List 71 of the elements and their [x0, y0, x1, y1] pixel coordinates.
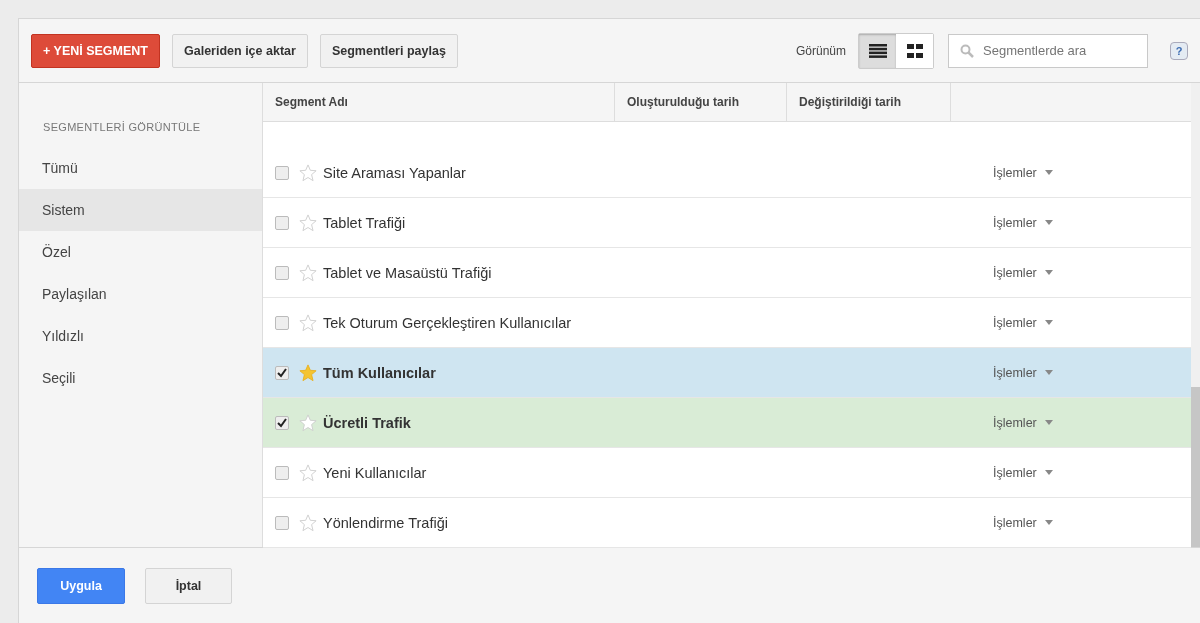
table-row[interactable]: Yeni Kullanıcılar İşlemler — [263, 448, 1191, 498]
star-icon[interactable] — [299, 213, 317, 232]
actions-dropdown[interactable]: İşlemler — [993, 465, 1053, 480]
caret-icon — [1044, 320, 1053, 325]
list-view-icon — [868, 43, 887, 58]
column-header: Segment Adı — [263, 83, 615, 121]
grid-view-button[interactable] — [896, 33, 933, 68]
segment-name: Yönlendirme Trafiği — [323, 514, 449, 531]
segment-name: Site Araması Yapanlar — [323, 164, 467, 181]
table-row[interactable]: Tablet ve Masaüstü Trafiği İşlemler — [263, 248, 1191, 298]
checkbox[interactable] — [275, 515, 289, 530]
actions-dropdown[interactable]: İşlemler — [993, 165, 1053, 180]
actions-dropdown[interactable]: İşlemler — [993, 515, 1053, 530]
table-row[interactable]: Tüm Kullanıcılar İşlemler — [263, 348, 1191, 398]
search-icon — [960, 43, 974, 58]
segment-name: Tek Oturum Gerçekleştiren Kullanıcılar — [323, 314, 573, 331]
cancel-button[interactable]: İptal — [145, 567, 232, 604]
share-button[interactable]: Segmentleri paylaş — [319, 33, 458, 68]
checkbox[interactable] — [275, 465, 289, 480]
sidebar-item[interactable]: Seçili — [19, 357, 262, 399]
new-segment-button[interactable]: + YENİ SEGMENT — [31, 33, 160, 68]
column-header: Oluşturulduğu tarih — [615, 83, 787, 121]
table-row[interactable]: Yönlendirme Trafiği İşlemler — [263, 498, 1191, 548]
scrollbar[interactable] — [1191, 83, 1200, 547]
help-icon[interactable]: ? — [1170, 41, 1188, 60]
actions-dropdown[interactable]: İşlemler — [993, 315, 1053, 330]
caret-icon — [1044, 370, 1053, 375]
checkbox[interactable] — [275, 265, 289, 280]
checkbox[interactable] — [275, 415, 289, 430]
grid-view-icon — [906, 43, 923, 58]
sidebar-item[interactable]: Sistem — [19, 189, 262, 231]
segment-name: Ücretli Trafik — [323, 414, 412, 431]
star-icon[interactable] — [299, 413, 317, 432]
segment-name: Yeni Kullanıcılar — [323, 464, 428, 481]
actions-dropdown[interactable]: İşlemler — [993, 215, 1053, 230]
star-icon[interactable] — [299, 513, 317, 532]
star-icon[interactable] — [299, 263, 317, 282]
checkbox[interactable] — [275, 315, 289, 330]
checkbox[interactable] — [275, 365, 289, 380]
actions-dropdown[interactable]: İşlemler — [993, 365, 1053, 380]
actions-dropdown[interactable]: İşlemler — [993, 415, 1053, 430]
apply-button[interactable]: Uygula — [37, 567, 125, 604]
caret-icon — [1044, 420, 1053, 425]
star-icon[interactable] — [299, 363, 317, 382]
sidebar-item[interactable]: Tümü — [19, 147, 262, 189]
caret-icon — [1044, 170, 1053, 175]
sidebar-item[interactable]: Paylaşılan — [19, 273, 262, 315]
segment-name: Tablet Trafiği — [323, 214, 407, 231]
caret-icon — [1044, 270, 1053, 275]
caret-icon — [1044, 470, 1053, 475]
import-button[interactable]: Galeriden içe aktar — [172, 33, 308, 68]
caret-icon — [1044, 220, 1053, 225]
star-icon[interactable] — [299, 163, 317, 182]
table-row[interactable]: Site Araması Yapanlar İşlemler — [263, 148, 1191, 198]
star-icon[interactable] — [299, 313, 317, 332]
caret-icon — [1044, 520, 1053, 525]
segment-name: Tüm Kullanıcılar — [323, 364, 437, 381]
view-label: Görünüm — [795, 43, 846, 58]
list-view-button[interactable] — [859, 33, 896, 68]
sidebar-item[interactable]: Yıldızlı — [19, 315, 262, 357]
search-field[interactable]: Segmentlerde ara — [948, 33, 1148, 68]
sidebar-item[interactable]: Özel — [19, 231, 262, 273]
actions-dropdown[interactable]: İşlemler — [993, 265, 1053, 280]
sidebar-heading: SEGMENTLERİ GÖRÜNTÜLE — [42, 121, 202, 135]
column-header: Değiştirildiği tarih — [787, 83, 951, 121]
table-row[interactable]: Tablet Trafiği İşlemler — [263, 198, 1191, 248]
table-row[interactable]: Ücretli Trafik İşlemler — [263, 398, 1191, 448]
checkbox[interactable] — [275, 215, 289, 230]
checkbox[interactable] — [275, 165, 289, 180]
star-icon[interactable] — [299, 463, 317, 482]
segment-name: Tablet ve Masaüstü Trafiği — [323, 264, 493, 281]
